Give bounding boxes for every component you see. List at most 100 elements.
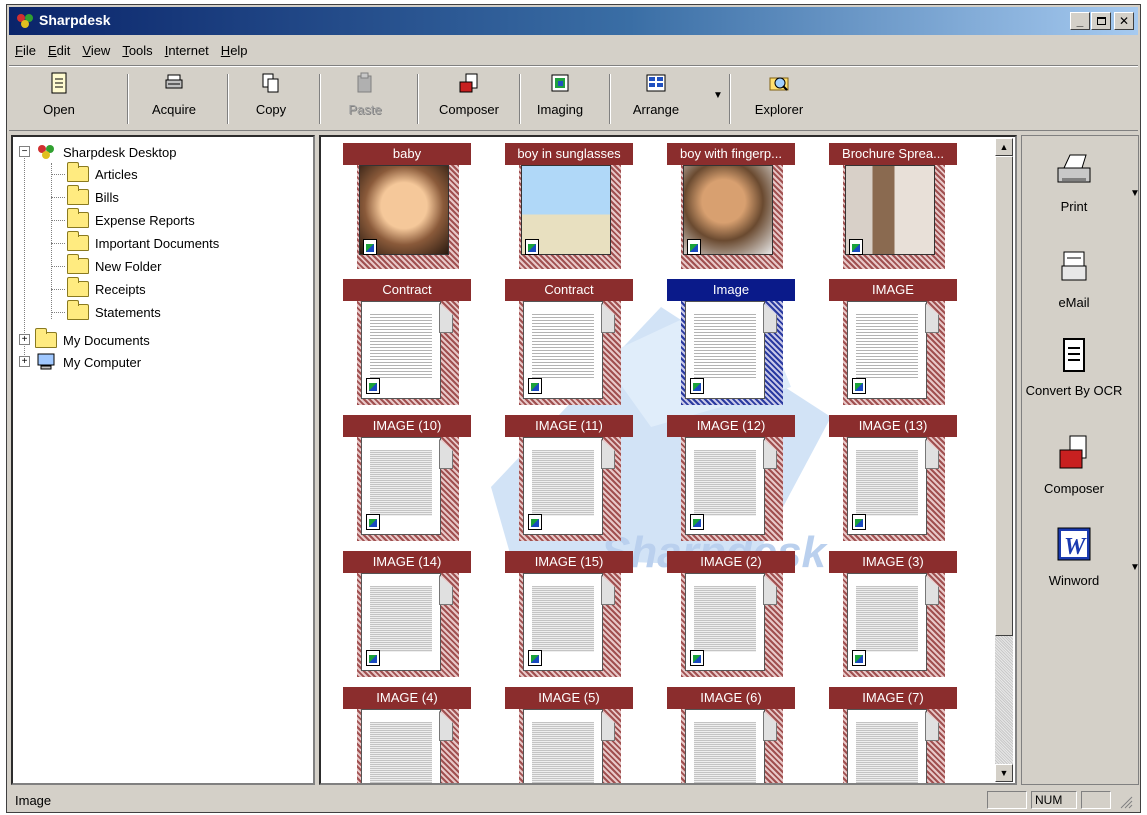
destination-panel: Print ▼ eMail Convert By OCR Composer W … bbox=[1021, 135, 1140, 785]
paste-icon bbox=[357, 72, 372, 93]
file-thumbnail[interactable]: boy in sunglasses bbox=[505, 143, 635, 273]
tree-item-folder[interactable]: New Folder bbox=[67, 254, 161, 277]
file-thumbnail[interactable]: IMAGE (6) bbox=[667, 687, 797, 783]
scroll-up-button[interactable]: ▲ bbox=[995, 138, 1013, 156]
file-thumbnail[interactable]: IMAGE (10) bbox=[343, 415, 473, 545]
text-lines bbox=[856, 586, 918, 652]
tree-item-my-computer[interactable]: My Computer bbox=[35, 351, 141, 373]
file-thumbnail[interactable]: IMAGE (4) bbox=[343, 687, 473, 783]
document-page-preview bbox=[847, 573, 927, 671]
ocr-destination[interactable]: Convert By OCR bbox=[1022, 336, 1126, 398]
tree-item-folder[interactable]: Statements bbox=[67, 300, 161, 323]
tree-item-sharpdesk-desktop[interactable]: Sharpdesk Desktop bbox=[35, 141, 176, 163]
email-destination[interactable]: eMail bbox=[1022, 248, 1126, 310]
tree-item-my-documents[interactable]: My Documents bbox=[35, 328, 150, 351]
tree-connector bbox=[51, 312, 65, 313]
resize-grip-icon[interactable] bbox=[1119, 795, 1133, 809]
winword-dropdown-arrow-icon[interactable]: ▼ bbox=[1130, 562, 1140, 573]
toolbar-separator bbox=[319, 74, 321, 124]
file-thumbnail[interactable]: IMAGE (11) bbox=[505, 415, 635, 545]
tree-item-folder[interactable]: Articles bbox=[67, 162, 138, 185]
menu-view[interactable]: View bbox=[82, 43, 110, 58]
file-thumbnail[interactable]: Image bbox=[667, 279, 797, 409]
file-thumbnail[interactable]: Contract bbox=[343, 279, 473, 409]
arrange-dropdown-arrow-icon[interactable]: ▼ bbox=[713, 90, 723, 101]
thumbnail-label: IMAGE (7) bbox=[829, 687, 957, 709]
status-cell-empty bbox=[1081, 791, 1111, 809]
imaging-icon bbox=[551, 74, 569, 92]
thumbnail-view[interactable]: Sharpdesk babyboy in sunglassesboy with … bbox=[319, 135, 1017, 785]
scroll-down-button[interactable]: ▼ bbox=[995, 764, 1013, 782]
tree-collapse-icon[interactable]: − bbox=[19, 146, 30, 157]
scroll-thumb[interactable] bbox=[995, 156, 1013, 636]
thumbnail-label: Contract bbox=[343, 279, 471, 301]
copy-button[interactable]: Copy bbox=[241, 72, 301, 128]
status-bar: Image NUM bbox=[9, 789, 1138, 811]
file-thumbnail[interactable]: Contract bbox=[505, 279, 635, 409]
menu-internet[interactable]: Internet bbox=[165, 43, 209, 58]
tree-expand-icon[interactable]: + bbox=[19, 356, 30, 367]
tree-item-folder[interactable]: Expense Reports bbox=[67, 208, 195, 231]
text-lines bbox=[856, 450, 918, 516]
text-lines bbox=[532, 314, 594, 380]
file-thumbnail[interactable]: IMAGE (5) bbox=[505, 687, 635, 783]
explorer-button[interactable]: Explorer bbox=[739, 72, 819, 128]
acquire-button[interactable]: Acquire bbox=[139, 72, 209, 128]
tree-item-folder[interactable]: Bills bbox=[67, 185, 119, 208]
folder-tree[interactable]: − Sharpdesk Desktop Articles Bills Expense… bbox=[11, 135, 315, 785]
image-file-icon bbox=[528, 514, 542, 530]
file-thumbnail[interactable]: IMAGE (7) bbox=[829, 687, 959, 783]
composer-destination[interactable]: Composer bbox=[1022, 434, 1126, 496]
file-thumbnail[interactable]: IMAGE (13) bbox=[829, 415, 959, 545]
file-thumbnail[interactable]: IMAGE bbox=[829, 279, 959, 409]
text-lines bbox=[370, 314, 432, 380]
tree-item-folder[interactable]: Receipts bbox=[67, 277, 146, 300]
file-thumbnail[interactable]: IMAGE (2) bbox=[667, 551, 797, 681]
file-thumbnail[interactable]: IMAGE (15) bbox=[505, 551, 635, 681]
email-icon bbox=[1061, 251, 1087, 281]
file-thumbnail[interactable]: baby bbox=[343, 143, 473, 273]
winword-destination[interactable]: W Winword bbox=[1022, 526, 1126, 588]
printer-icon bbox=[1057, 154, 1091, 183]
text-lines bbox=[370, 722, 432, 783]
arrange-button[interactable]: Arrange bbox=[621, 72, 691, 128]
menu-tools[interactable]: Tools bbox=[122, 43, 152, 58]
tree-expand-icon[interactable]: + bbox=[19, 334, 30, 345]
tree-label: My Computer bbox=[63, 354, 142, 370]
close-button[interactable]: ✕ bbox=[1114, 12, 1134, 30]
file-thumbnail[interactable]: IMAGE (12) bbox=[667, 415, 797, 545]
minimize-button[interactable]: _ bbox=[1070, 12, 1090, 30]
title-bar[interactable]: Sharpdesk _ ✕ bbox=[9, 7, 1138, 35]
email-label: eMail bbox=[1058, 295, 1090, 310]
file-thumbnail[interactable]: Brochure Sprea... bbox=[829, 143, 959, 273]
file-thumbnail[interactable]: IMAGE (14) bbox=[343, 551, 473, 681]
document-page-preview bbox=[847, 437, 927, 535]
copy-icon bbox=[262, 73, 279, 93]
document-page-preview bbox=[685, 573, 765, 671]
svg-text:W: W bbox=[1064, 534, 1087, 560]
folder-icon bbox=[67, 277, 89, 297]
scroll-down-icon: ▼ bbox=[999, 768, 1009, 778]
file-thumbnail[interactable]: boy with fingerp... bbox=[667, 143, 797, 273]
text-lines bbox=[856, 722, 918, 783]
paste-button[interactable]: Paste bbox=[335, 72, 395, 128]
image-file-icon bbox=[852, 650, 866, 666]
toolbar-separator bbox=[417, 74, 419, 124]
vertical-scrollbar[interactable]: ▲ ▼ bbox=[995, 138, 1013, 782]
computer-icon bbox=[37, 353, 55, 370]
maximize-button[interactable] bbox=[1091, 12, 1111, 30]
tree-item-folder[interactable]: Important Documents bbox=[67, 231, 219, 254]
composer-button[interactable]: Composer bbox=[429, 72, 509, 128]
menu-edit[interactable]: Edit bbox=[48, 43, 70, 58]
menu-help[interactable]: Help bbox=[221, 43, 248, 58]
open-button[interactable]: Open bbox=[29, 72, 89, 128]
text-lines bbox=[694, 722, 756, 783]
print-destination[interactable]: Print bbox=[1022, 152, 1126, 214]
file-thumbnail[interactable]: IMAGE (3) bbox=[829, 551, 959, 681]
menu-file[interactable]: File bbox=[15, 43, 36, 58]
folder-icon bbox=[67, 254, 89, 274]
print-dropdown-arrow-icon[interactable]: ▼ bbox=[1130, 188, 1140, 199]
image-file-icon bbox=[687, 239, 701, 255]
tree-label: Sharpdesk Desktop bbox=[63, 144, 177, 160]
imaging-button[interactable]: Imaging bbox=[525, 72, 595, 128]
